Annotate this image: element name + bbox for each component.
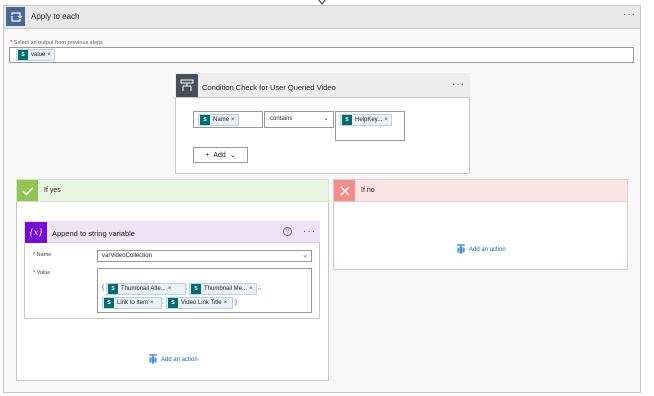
close-icon	[334, 180, 355, 201]
condition-add-button[interactable]: + Add ⌄	[193, 147, 248, 163]
sharepoint-icon: S	[191, 284, 201, 294]
apply-more-menu-button[interactable]: ···	[623, 10, 636, 20]
if-no-add-action-link[interactable]: Add an action	[456, 244, 506, 255]
loop-icon	[6, 7, 25, 26]
sharepoint-icon: S	[108, 284, 118, 294]
remove-token-icon[interactable]: ×	[168, 286, 172, 292]
select-output-label: * Select an output from previous steps	[10, 40, 103, 46]
video-link-title-token[interactable]: S Video Link Title ×	[166, 297, 233, 309]
variable-icon: {x}	[25, 222, 47, 243]
thumbnail-meta-token[interactable]: S Thumbnail Me... ×	[189, 283, 257, 295]
add-action-label: Add an action	[161, 356, 198, 363]
separator: ;;	[258, 285, 262, 291]
condition-right-operand[interactable]: S HelpKey... ×	[335, 111, 405, 141]
append-variable-title: Append to string variable	[52, 229, 135, 238]
token-label: Video Link Title	[181, 300, 222, 306]
remove-token-icon[interactable]: ×	[47, 52, 51, 58]
chevron-down-icon: ⌄	[229, 152, 236, 159]
if-no-title: If no	[361, 187, 375, 194]
remove-token-icon[interactable]: ×	[150, 300, 154, 306]
add-action-icon	[457, 244, 465, 254]
help-icon[interactable]: ?	[283, 227, 292, 236]
sharepoint-icon: S	[18, 50, 28, 60]
helpkey-token-label: HelpKey...	[355, 117, 383, 123]
close-brace: }	[235, 300, 238, 306]
condition-operator-select[interactable]: contains ⌄	[264, 111, 334, 128]
condition-left-operand[interactable]: S Name ×	[193, 111, 263, 128]
helpkey-token[interactable]: S HelpKey... ×	[340, 114, 392, 126]
remove-token-icon[interactable]: ×	[384, 117, 388, 123]
remove-token-icon[interactable]: ×	[224, 300, 228, 306]
add-action-icon	[149, 354, 157, 364]
required-marker: *	[10, 40, 13, 46]
value-field-label: * Value	[33, 270, 50, 276]
plus-icon: +	[205, 151, 210, 159]
remove-token-icon[interactable]: ×	[249, 286, 253, 292]
link-to-item-token[interactable]: S Link to Item ×	[102, 297, 162, 309]
condition-operator-value: contains	[270, 116, 293, 122]
required-marker: *	[33, 270, 36, 276]
if-yes-add-action-link[interactable]: Add an action	[148, 354, 198, 365]
condition-icon	[176, 74, 198, 97]
value-label-text: Value	[36, 270, 51, 276]
chevron-down-icon: ⌄	[323, 115, 329, 122]
separator: ;	[186, 285, 188, 291]
sharepoint-icon: S	[342, 115, 352, 125]
value-token-label: value	[31, 52, 46, 58]
condition-more-menu-button[interactable]: ···	[452, 80, 465, 90]
name-field-label: * Name	[33, 252, 51, 258]
select-output-label-text: Select an output from previous steps	[13, 40, 103, 46]
name-token[interactable]: S Name ×	[198, 114, 239, 126]
sharepoint-icon: S	[104, 298, 114, 308]
remove-token-icon[interactable]: ×	[231, 117, 235, 123]
if-no-header	[333, 179, 628, 202]
thumbnail-alt-token[interactable]: S Thumbnail Alte... ×	[106, 283, 186, 295]
if-yes-title: If yes	[44, 187, 61, 194]
condition-title: Condition Check for User Queried Video	[202, 83, 336, 92]
apply-to-each-header[interactable]	[3, 5, 641, 29]
token-label: Thumbnail Me...	[204, 286, 248, 292]
checkmark-icon	[17, 180, 38, 201]
separator: ;	[162, 299, 164, 305]
add-action-label: Add an action	[469, 246, 506, 253]
if-yes-header	[16, 179, 329, 202]
sharepoint-icon: S	[200, 115, 210, 125]
variable-name-select[interactable]: varVideoCollection ⌄	[97, 250, 312, 262]
required-marker: *	[33, 252, 36, 258]
add-button-label: Add	[213, 151, 226, 159]
value-token[interactable]: S value ×	[16, 49, 55, 61]
apply-to-each-title: Apply to each	[31, 12, 80, 21]
variable-name-value: varVideoCollection	[102, 253, 152, 259]
sharepoint-icon: S	[168, 298, 178, 308]
token-label: Link to Item	[117, 300, 149, 306]
select-output-input[interactable]: S value ×	[9, 47, 634, 63]
value-input[interactable]: { S Thumbnail Alte... × ; S Thumbnail Me…	[97, 268, 312, 313]
name-label-text: Name	[36, 252, 52, 258]
chevron-down-icon: ⌄	[302, 252, 308, 259]
name-token-label: Name	[213, 117, 230, 123]
append-more-menu-button[interactable]: ···	[303, 227, 316, 237]
token-label: Thumbnail Alte...	[121, 286, 166, 292]
open-brace: {	[102, 285, 105, 291]
